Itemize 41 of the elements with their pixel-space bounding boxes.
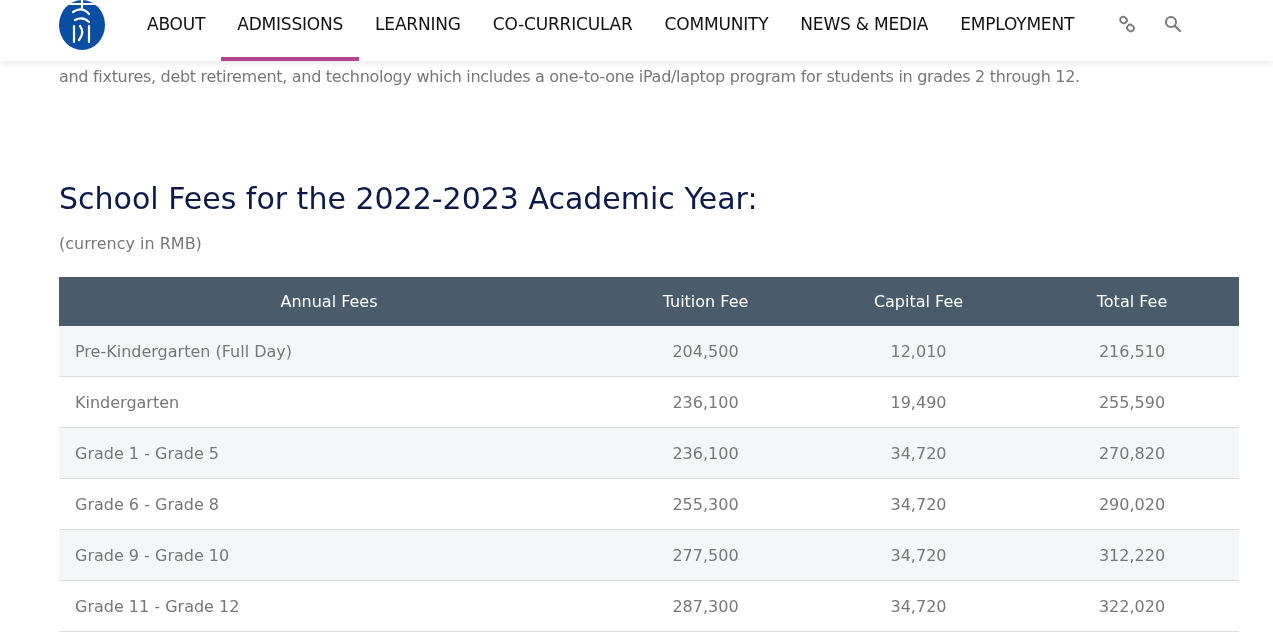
- intro-paragraph: and fixtures, debt retirement, and technology which includes a one-to-one iPad/laptop program for students in grades 2 through 12.: [59, 66, 1081, 88]
- logo-icon[interactable]: [59, 0, 105, 50]
- column-header: Total Fee: [1095, 292, 1169, 311]
- table-cell-text: Kindergarten: [74, 392, 181, 412]
- nav-link[interactable]: ABOUT: [131, 0, 222, 61]
- nav-link[interactable]: LEARNING: [359, 0, 477, 61]
- table-cell-text: 204,500: [671, 341, 740, 361]
- table-cell-text: Pre-Kindergarten (Full Day): [74, 341, 293, 361]
- table-cell-text: 34,720: [889, 545, 948, 565]
- table-cell-text: 34,720: [889, 443, 948, 463]
- search-icon[interactable]: [1164, 14, 1183, 33]
- table-cell-text: 277,500: [671, 545, 740, 565]
- nav-link[interactable]: ADMISSIONS: [221, 0, 360, 61]
- table-cell-text: 12,010: [889, 341, 948, 361]
- nav-link[interactable]: EMPLOYMENT: [944, 0, 1091, 61]
- table-cell-text: 290,020: [1097, 494, 1167, 514]
- table-cell-text: 34,720: [889, 596, 948, 616]
- table-cell-text: Grade 11 - Grade 12: [74, 596, 241, 616]
- nav-link[interactable]: NEWS & MEDIA: [784, 0, 945, 61]
- table-cell-text: Grade 6 - Grade 8: [74, 494, 221, 514]
- section-heading: School Fees for the 2022-2023 Academic Year:: [59, 181, 759, 216]
- link-icon[interactable]: [1118, 14, 1137, 33]
- table-cell-text: 216,510: [1097, 341, 1167, 361]
- table-cell-text: 236,100: [671, 392, 740, 412]
- table-cell-text: 236,100: [671, 443, 740, 463]
- nav-link[interactable]: COMMUNITY: [648, 0, 785, 61]
- table-cell-text: 255,590: [1097, 392, 1167, 412]
- table-cell-text: Grade 9 - Grade 10: [74, 545, 231, 565]
- table-cell-text: 19,490: [889, 392, 948, 412]
- table-cell-text: 255,300: [671, 494, 740, 514]
- column-header: Tuition Fee: [661, 292, 750, 311]
- table-cell-text: 270,820: [1097, 443, 1167, 463]
- table-cell-text: 322,020: [1097, 596, 1167, 616]
- table-cell-text: 312,220: [1097, 545, 1167, 565]
- table-cell-text: 34,720: [889, 494, 948, 514]
- currency-note: (currency in RMB): [59, 234, 203, 253]
- table-cell-text: Grade 1 - Grade 5: [74, 443, 221, 463]
- table-cell-text: 287,300: [671, 596, 740, 616]
- column-header: Annual Fees: [279, 292, 379, 311]
- column-header: Capital Fee: [872, 292, 965, 311]
- nav-link[interactable]: CO-CURRICULAR: [476, 0, 649, 61]
